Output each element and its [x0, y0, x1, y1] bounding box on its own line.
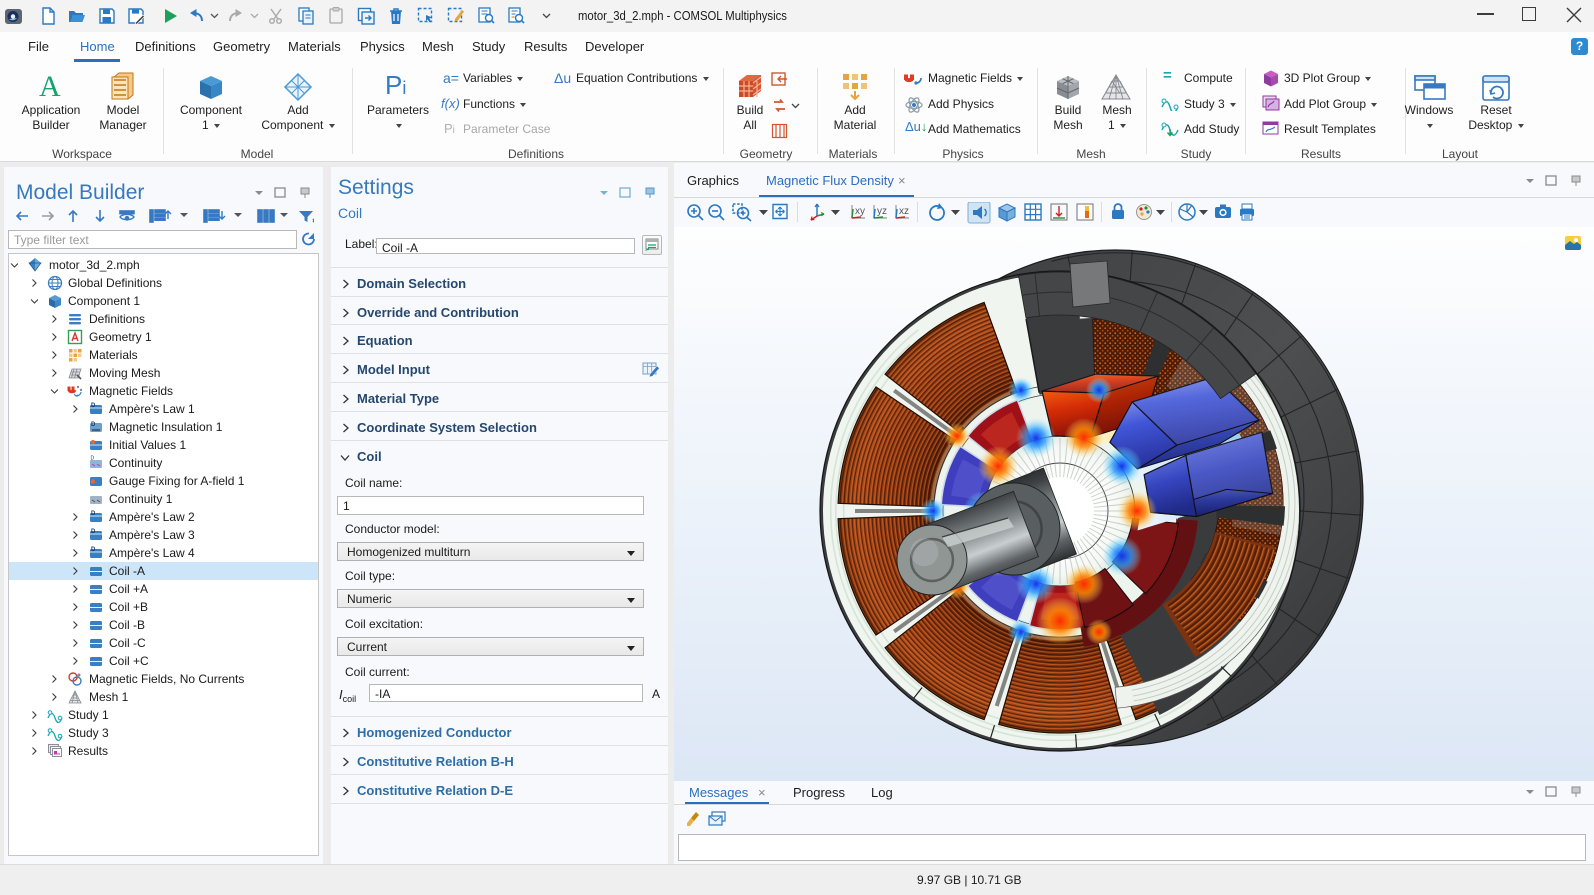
svg-text:yz: yz: [877, 206, 887, 217]
svg-text:D: D: [91, 456, 95, 462]
svg-text:D: D: [91, 511, 96, 517]
svg-text:D: D: [91, 529, 96, 535]
svg-text:xy: xy: [855, 206, 865, 217]
svg-text:D: D: [91, 422, 96, 428]
svg-text:D: D: [91, 547, 96, 553]
svg-text:xz: xz: [899, 206, 909, 217]
svg-text:D: D: [91, 403, 96, 409]
